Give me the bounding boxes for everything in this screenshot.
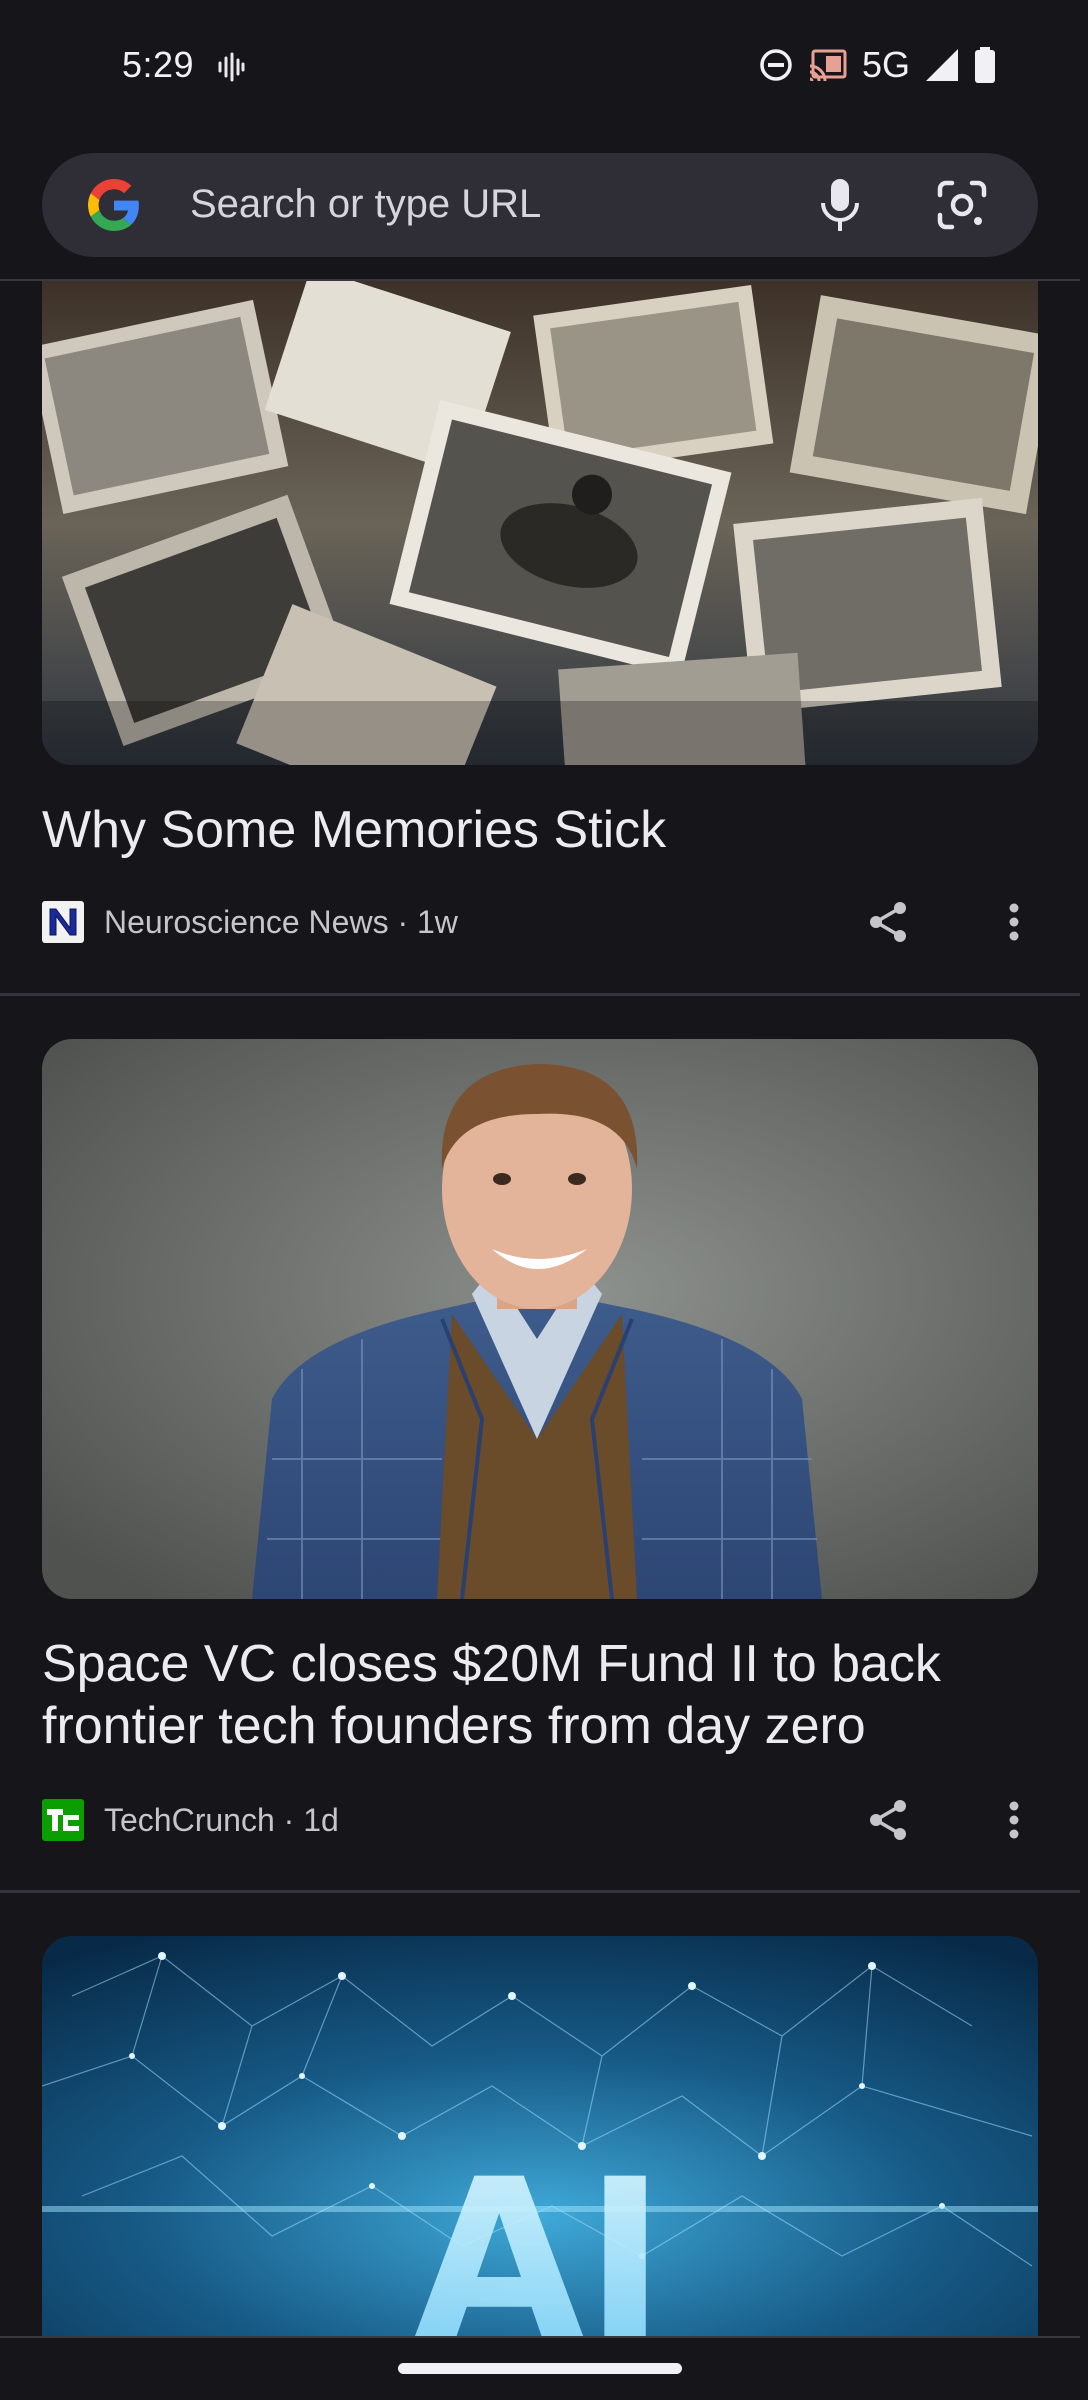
article-divider (0, 993, 1080, 996)
photographs-image (42, 281, 1038, 765)
article-divider (0, 1890, 1080, 1893)
voice-wave-icon (218, 52, 245, 82)
article-image[interactable] (42, 1039, 1038, 1599)
home-gesture-bar[interactable] (398, 2363, 682, 2374)
ai-network-image: AI (42, 1936, 1038, 2336)
network-type: 5G (861, 44, 910, 85)
ai-image-text: AI (414, 2132, 666, 2336)
clock: 5:29 (122, 44, 195, 85)
signal-icon (926, 49, 958, 81)
battery-icon (975, 47, 995, 83)
share-icon[interactable] (864, 1796, 912, 1844)
techcrunch-favicon (42, 1799, 84, 1841)
portrait-image (42, 1039, 1038, 1599)
article-title[interactable]: Why Some Memories Stick (42, 799, 1038, 861)
neuroscience-news-favicon (42, 901, 84, 943)
do-not-disturb-icon (760, 49, 792, 81)
google-lens-icon[interactable] (934, 177, 990, 233)
article-source-time: TechCrunch · 1d (104, 1801, 339, 1838)
article-meta: TechCrunch · 1d (42, 1798, 339, 1842)
status-bar: 5:29 5G (0, 0, 1088, 136)
techcrunch-logo-icon (47, 1809, 79, 1831)
article-meta: Neuroscience News · 1w (42, 900, 458, 944)
share-icon[interactable] (864, 898, 912, 946)
article-image[interactable]: AI (42, 1936, 1038, 2336)
more-options-icon[interactable] (1000, 898, 1028, 946)
search-input[interactable]: Search or type URL (190, 182, 541, 227)
article-source-time: Neuroscience News · 1w (104, 903, 458, 940)
cast-icon (809, 49, 847, 82)
more-options-icon[interactable] (1000, 1796, 1028, 1844)
omnibox[interactable]: Search or type URL (42, 153, 1038, 257)
google-logo-icon (88, 179, 139, 231)
article-title[interactable]: Space VC closes $20M Fund II to back fro… (42, 1633, 1038, 1757)
navigation-bar-divider (0, 2336, 1080, 2338)
neuroscience-news-logo-icon (49, 908, 77, 936)
article-image[interactable] (42, 281, 1038, 765)
status-icons: 5G (758, 44, 996, 86)
browser-new-tab-page: 5:29 5G Search or type URL Why Some Memo… (0, 0, 1088, 2400)
mic-icon[interactable] (812, 175, 868, 235)
